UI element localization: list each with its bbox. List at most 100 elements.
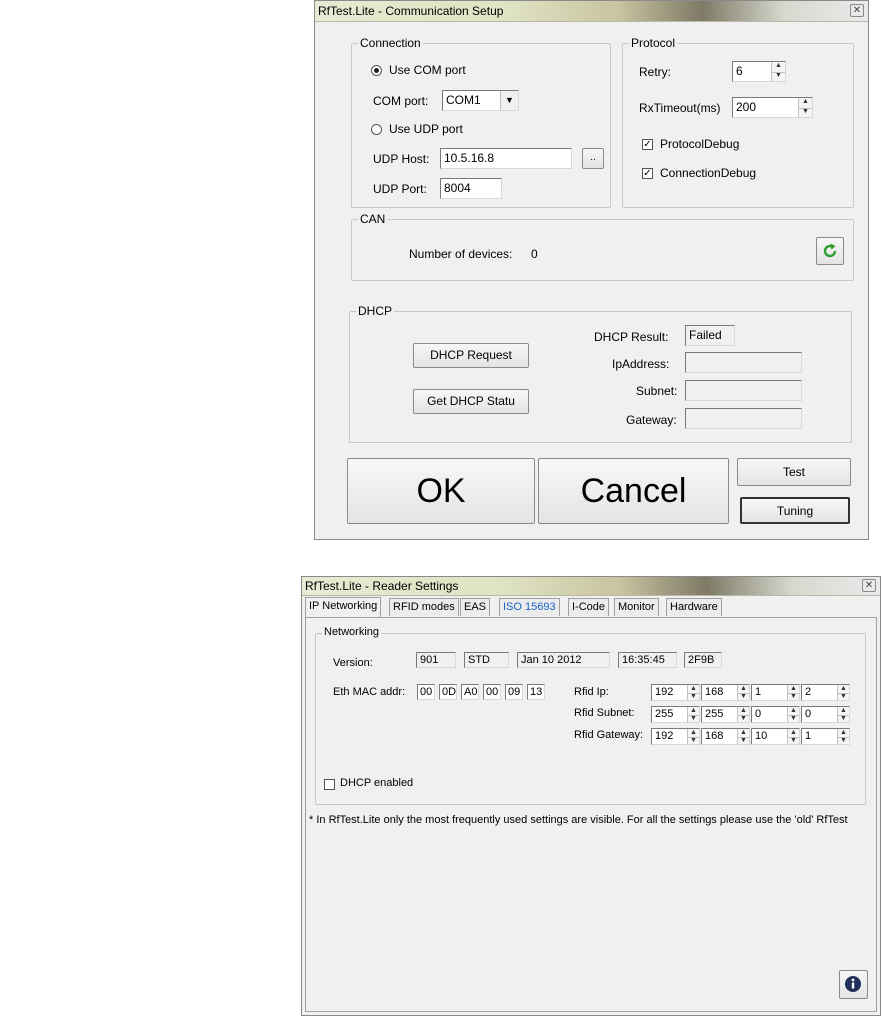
retry-spin[interactable]: ▲ ▼ [771,62,785,81]
refresh-icon [823,243,837,258]
rfid-ip-octet-4[interactable]: 2 ▲ ▼ [801,684,850,701]
tab-monitor[interactable]: Monitor [614,598,659,616]
close-button[interactable]: ✕ [850,4,864,17]
rxtimeout-label: RxTimeout(ms) [639,101,721,115]
octet-spin[interactable]: ▲ ▼ [737,685,749,700]
use-com-label: Use COM port [389,63,466,77]
ok-button[interactable]: OK [347,458,535,524]
rfid-subnet-octet-4[interactable]: 0 ▲ ▼ [801,706,850,723]
test-button[interactable]: Test [737,458,851,486]
tab-i-code[interactable]: I-Code [568,598,610,616]
spin-down-icon[interactable]: ▼ [688,715,699,723]
rfid-subnet-octet-3[interactable]: 0 ▲ ▼ [751,706,800,723]
mac-byte-field[interactable]: 00 [483,684,501,700]
mac-byte-field[interactable]: 13 [527,684,545,700]
rfid-ip-octet-2[interactable]: 168 ▲ ▼ [701,684,750,701]
octet-spin[interactable]: ▲ ▼ [837,729,849,744]
octet-spin[interactable]: ▲ ▼ [737,707,749,722]
can-group: CAN Number of devices: 0 [351,212,854,281]
rfid-ip-octet-1[interactable]: 192 ▲ ▼ [651,684,700,701]
spin-down-icon[interactable]: ▼ [838,693,849,701]
get-dhcp-status-button[interactable]: Get DHCP Statu [413,389,529,414]
spin-down-icon[interactable]: ▼ [738,737,749,745]
udp-port-input[interactable]: 8004 [440,178,502,199]
octet-spin[interactable]: ▲ ▼ [787,729,799,744]
protocol-group: Protocol Retry: 6 ▲ ▼ RxTimeout(ms) 200 … [622,36,854,208]
octet-value: 2 [805,686,812,698]
devices-value: 0 [531,247,538,261]
browse-button[interactable]: .. [582,148,604,169]
rfid-subnet-octet-2[interactable]: 255 ▲ ▼ [701,706,750,723]
refresh-button[interactable] [816,237,844,265]
networking-legend: Networking [322,626,382,638]
protocol-debug-checkbox[interactable]: ✓ [642,139,653,150]
window-title: RfTest.Lite - Reader Settings [305,579,459,593]
rfid-gateway-octet-4[interactable]: 1 ▲ ▼ [801,728,850,745]
connection-debug-checkbox[interactable]: ✓ [642,168,653,179]
spin-down-icon[interactable]: ▼ [738,715,749,723]
tab-rfid-modes[interactable]: RFID modes [389,598,459,616]
spin-down-icon[interactable]: ▼ [788,715,799,723]
mac-byte-field[interactable]: A0 [461,684,479,700]
rfid-subnet-octet-1[interactable]: 255 ▲ ▼ [651,706,700,723]
spin-down-icon[interactable]: ▼ [788,737,799,745]
spin-down-icon[interactable]: ▼ [799,108,812,118]
spin-down-icon[interactable]: ▼ [688,737,699,745]
rfid-ip-octet-3[interactable]: 1 ▲ ▼ [751,684,800,701]
gateway-field [685,408,802,429]
octet-spin[interactable]: ▲ ▼ [687,729,699,744]
mac-byte-field[interactable]: 0D [439,684,457,700]
udp-host-input[interactable]: 10.5.16.8 [440,148,572,169]
reader-settings-window: RfTest.Lite - Reader Settings ✕ IP Netwo… [301,576,881,1016]
tab-eas[interactable]: EAS [460,598,491,616]
octet-spin[interactable]: ▲ ▼ [687,685,699,700]
octet-spin[interactable]: ▲ ▼ [837,707,849,722]
spin-down-icon[interactable]: ▼ [838,737,849,745]
dhcp-request-button[interactable]: DHCP Request [413,343,529,368]
ip-address-field [685,352,802,373]
info-button[interactable] [839,970,868,999]
close-button[interactable]: ✕ [862,579,876,592]
tab-ip-networking[interactable]: IP Networking [305,597,382,617]
rfid-gateway-octet-3[interactable]: 10 ▲ ▼ [751,728,800,745]
udp-host-label: UDP Host: [373,152,430,166]
rfid-subnet-label: Rfid Subnet: [574,707,635,719]
spin-down-icon[interactable]: ▼ [788,693,799,701]
tab-hardware[interactable]: Hardware [666,598,722,616]
version-date-field: Jan 10 2012 [517,652,610,668]
version-type-field: STD [464,652,509,668]
octet-spin[interactable]: ▲ ▼ [787,707,799,722]
rxtimeout-stepper[interactable]: 200 ▲ ▼ [732,97,813,118]
chevron-down-icon[interactable]: ▼ [500,91,518,110]
spin-down-icon[interactable]: ▼ [688,693,699,701]
cancel-button[interactable]: Cancel [538,458,729,524]
dhcp-enabled-checkbox[interactable] [324,779,335,790]
rfid-gateway-octet-2[interactable]: 168 ▲ ▼ [701,728,750,745]
octet-value: 168 [705,686,724,698]
use-com-radio[interactable] [371,65,382,76]
com-port-select[interactable]: COM1 ▼ [442,90,519,111]
octet-value: 1 [805,730,812,742]
rfid-gateway-label: Rfid Gateway: [574,729,644,741]
octet-value: 255 [705,708,724,720]
octet-spin[interactable]: ▲ ▼ [787,685,799,700]
title-bar[interactable]: RfTest.Lite - Communication Setup ✕ [315,1,868,22]
octet-value: 1 [755,686,762,698]
spin-down-icon[interactable]: ▼ [772,72,785,82]
connection-group: Connection Use COM port COM port: COM1 ▼… [351,36,611,208]
octet-spin[interactable]: ▲ ▼ [687,707,699,722]
retry-stepper[interactable]: 6 ▲ ▼ [732,61,786,82]
mac-byte-field[interactable]: 00 [417,684,435,700]
tab-iso-15693[interactable]: ISO 15693 [499,598,560,616]
spin-down-icon[interactable]: ▼ [838,715,849,723]
mac-byte-field[interactable]: 09 [505,684,523,700]
rxtimeout-spin[interactable]: ▲ ▼ [798,98,812,117]
spin-down-icon[interactable]: ▼ [738,693,749,701]
window-title: RfTest.Lite - Communication Setup [318,4,504,18]
title-bar[interactable]: RfTest.Lite - Reader Settings ✕ [302,577,880,596]
use-udp-radio[interactable] [371,124,382,135]
octet-spin[interactable]: ▲ ▼ [837,685,849,700]
tuning-button[interactable]: Tuning [740,497,850,524]
octet-spin[interactable]: ▲ ▼ [737,729,749,744]
rfid-gateway-octet-1[interactable]: 192 ▲ ▼ [651,728,700,745]
